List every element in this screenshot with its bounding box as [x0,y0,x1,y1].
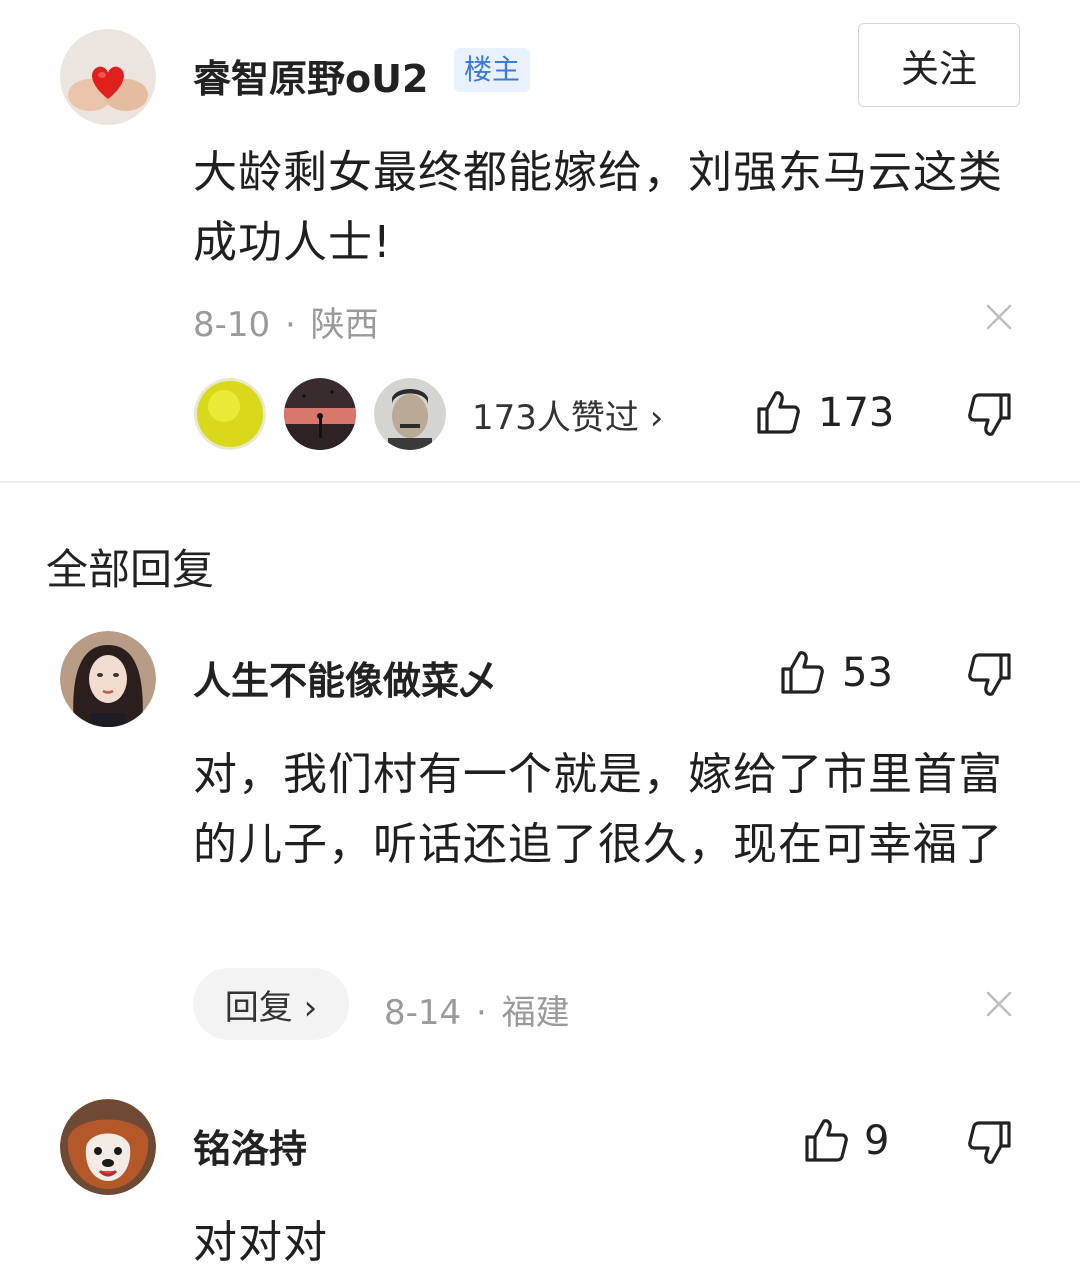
reply-location: 福建 [501,993,570,1033]
post-like-count: 173 [818,390,895,436]
reply-date: 8-14 [384,993,462,1033]
thumbs-down-icon[interactable] [968,652,1012,698]
liker-avatar[interactable] [194,378,266,450]
liker-avatar[interactable] [284,378,356,450]
reply-meta: 8-14 · 福建 [384,985,570,1034]
meta-separator: · [475,993,487,1033]
thumbs-up-icon[interactable] [780,649,824,695]
op-badge: 楼主 [454,48,531,92]
post-author-avatar[interactable] [60,29,156,125]
reply-button[interactable]: 回复 › [193,968,349,1040]
post-meta: 8-10 · 陕西 [193,297,379,346]
thumbs-up-icon[interactable] [804,1117,848,1163]
follow-button[interactable]: 关注 [858,23,1020,107]
post-date: 8-10 [193,305,271,345]
reply-content: 对对对 [193,1217,328,1268]
thumbs-up-icon[interactable] [756,389,800,435]
all-replies-heading: 全部回复 [46,545,215,594]
meta-separator: · [284,305,296,345]
close-icon[interactable] [984,989,1014,1019]
post-author-name[interactable]: 睿智原野oU2 [193,48,428,103]
likers-summary-link[interactable]: 173人赞过 › [472,390,663,439]
post-content: 大龄剩女最终都能嫁给，刘强东马云这类成功人士! [193,147,1003,268]
post-location: 陕西 [310,305,379,345]
reply-author-name[interactable]: 铭洛持 [193,1118,307,1173]
thumbs-down-icon[interactable] [968,1120,1012,1166]
close-icon[interactable] [984,302,1014,332]
reply-author-name[interactable]: 人生不能像做菜乄 [193,650,497,705]
reply-author-avatar[interactable] [60,1099,156,1195]
reply-author-avatar[interactable] [60,631,156,727]
section-divider [0,481,1080,483]
liker-avatar[interactable] [374,378,446,450]
reply-like-count: 9 [864,1118,890,1164]
thumbs-down-icon[interactable] [968,392,1012,438]
reply-content: 对，我们村有一个就是，嫁给了市里首富的儿子，听话还追了很久，现在可幸福了 [193,749,1003,870]
reply-like-count: 53 [842,650,893,696]
